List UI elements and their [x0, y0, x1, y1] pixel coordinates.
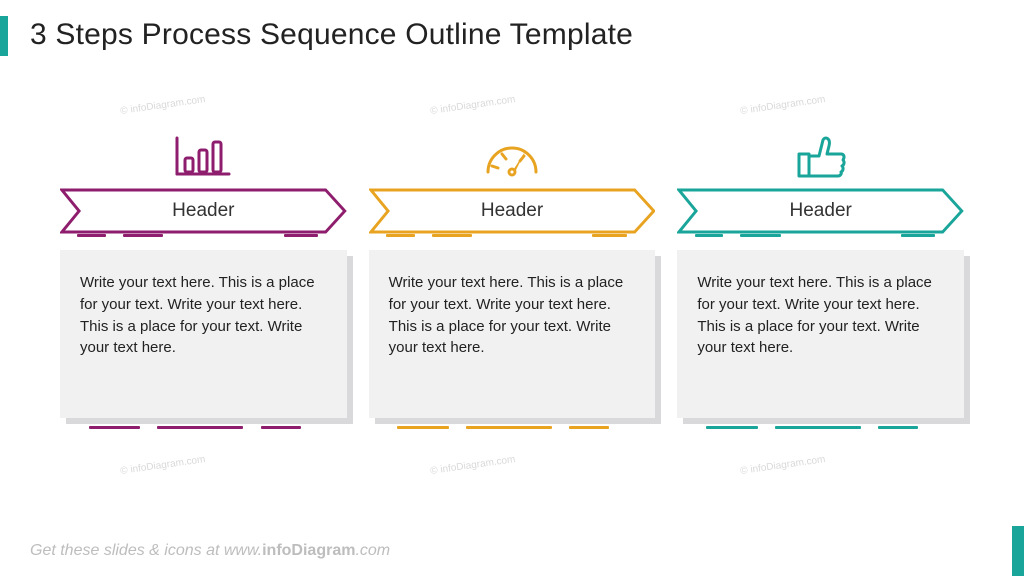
step-2-dashes-bottom [369, 422, 656, 432]
footer-domain-prefix: www. [224, 542, 262, 559]
slide-title: 3 Steps Process Sequence Outline Templat… [30, 18, 633, 52]
step-2-header-label: Header [481, 200, 543, 222]
step-3-dashes-top [677, 234, 964, 240]
step-3-header-label: Header [790, 200, 852, 222]
watermark: © infoDiagram.com [740, 94, 826, 117]
step-2-header-arrow: Header [369, 188, 656, 234]
watermark: © infoDiagram.com [120, 454, 206, 477]
step-1: Header Write your text here. This is a p… [60, 120, 347, 432]
step-1-header-arrow: Header [60, 188, 347, 234]
gauge-icon [369, 120, 656, 180]
footer-prefix: Get these slides & icons at [30, 542, 224, 559]
accent-bar-left [0, 16, 8, 56]
step-3-header-arrow: Header [677, 188, 964, 234]
step-3-dashes-bottom [677, 422, 964, 432]
step-1-header-label: Header [172, 200, 234, 222]
step-2-body-wrap: Write your text here. This is a place fo… [369, 250, 656, 418]
step-3-body: Write your text here. This is a place fo… [677, 250, 964, 418]
step-1-body: Write your text here. This is a place fo… [60, 250, 347, 418]
thumbs-up-icon [677, 120, 964, 180]
step-2-body: Write your text here. This is a place fo… [369, 250, 656, 418]
watermark: © infoDiagram.com [430, 94, 516, 117]
step-3-body-wrap: Write your text here. This is a place fo… [677, 250, 964, 418]
accent-corner-right [1012, 526, 1024, 576]
step-1-body-wrap: Write your text here. This is a place fo… [60, 250, 347, 418]
footer-domain-suffix: .com [355, 542, 390, 559]
bar-chart-icon [60, 120, 347, 180]
watermark: © infoDiagram.com [430, 454, 516, 477]
step-2-dashes-top [369, 234, 656, 240]
step-3: Header Write your text here. This is a p… [677, 120, 964, 432]
footer-domain-bold: infoDiagram [262, 542, 355, 559]
slide: 3 Steps Process Sequence Outline Templat… [0, 0, 1024, 576]
step-1-dashes-bottom [60, 422, 347, 432]
step-1-dashes-top [60, 234, 347, 240]
steps-row: Header Write your text here. This is a p… [60, 120, 964, 432]
watermark: © infoDiagram.com [740, 454, 826, 477]
step-2: Header Write your text here. This is a p… [369, 120, 656, 432]
watermark: © infoDiagram.com [120, 94, 206, 117]
footer-attribution: Get these slides & icons at www.infoDiag… [30, 542, 390, 560]
